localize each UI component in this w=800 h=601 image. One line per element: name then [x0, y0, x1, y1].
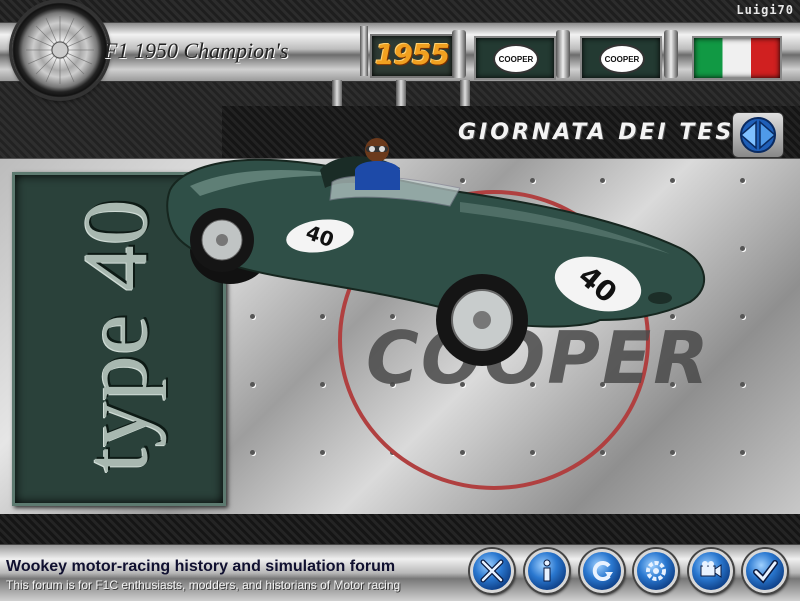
panel-rivet — [320, 450, 325, 455]
year-display[interactable]: 1955 — [370, 34, 454, 78]
info-icon[interactable] — [525, 549, 569, 593]
footer-title: Wookey motor-racing history and simulati… — [6, 558, 396, 575]
settings-gear-icon[interactable] — [634, 549, 678, 593]
bottom-strip — [0, 514, 800, 544]
top-divider — [360, 26, 368, 76]
panel-rivet — [670, 450, 675, 455]
top-separator — [664, 30, 678, 78]
italy-flag-icon[interactable] — [692, 36, 782, 80]
user-name: Luigi70 — [736, 3, 794, 17]
panel-rivet — [600, 450, 605, 455]
team-logo-box-1[interactable]: COOPER — [474, 36, 556, 80]
app-title: F1 1950 Champion's — [104, 38, 289, 63]
team-logo-box-2[interactable]: COOPER — [580, 36, 662, 80]
year-text: 1955 — [375, 38, 450, 71]
panel-rivet — [740, 450, 745, 455]
footer-subtitle: This forum is for F1C enthusiasts, modde… — [6, 578, 401, 592]
wire-wheel-logo-icon — [12, 2, 108, 98]
panel-rivet — [250, 450, 255, 455]
panel-rivet — [740, 178, 745, 183]
cooper-logo-icon: COOPER — [493, 44, 539, 74]
close-x-icon[interactable] — [470, 549, 514, 593]
panel-rivet — [740, 246, 745, 251]
panel-rivet — [740, 314, 745, 319]
panel-rivet — [740, 382, 745, 387]
cooper-logo-icon: COOPER — [599, 44, 645, 74]
top-separator — [556, 30, 570, 78]
camera-icon[interactable] — [689, 549, 733, 593]
back-arrow-icon[interactable] — [580, 549, 624, 593]
car-model-label: type 40 — [65, 199, 167, 473]
top-strip — [0, 0, 800, 22]
left-right-arrows-icon[interactable] — [732, 112, 784, 158]
confirm-check-icon[interactable] — [743, 549, 787, 593]
race-car-image[interactable]: 40 40 — [160, 130, 720, 390]
top-separator — [452, 30, 466, 78]
